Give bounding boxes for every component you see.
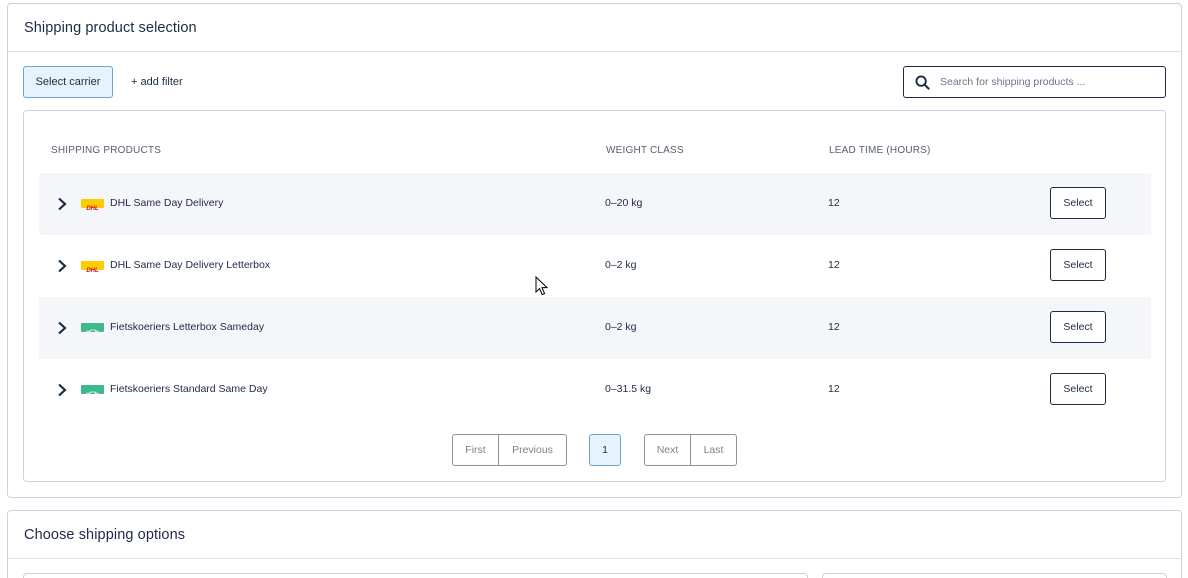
weight-class: 0–2 kg	[605, 259, 637, 271]
filter-bar: Select carrier + add filter	[23, 66, 1166, 99]
card-title: Choose shipping options	[24, 527, 185, 543]
table-row: DHL DHL Same Day Delivery 0–20 kg 12 Sel…	[39, 173, 1151, 235]
page-1-button[interactable]: 1	[589, 434, 621, 466]
card-header: Shipping product selection	[8, 4, 1181, 52]
last-page-button[interactable]: Last	[691, 434, 737, 466]
select-carrier-button[interactable]: Select carrier	[23, 66, 113, 98]
shipping-products-table: SHIPPING PRODUCTS WEIGHT CLASS LEAD TIME…	[23, 110, 1166, 482]
pagination-right: Next Last	[644, 434, 737, 466]
chevron-right-icon[interactable]	[55, 257, 69, 275]
svg-text:DHL: DHL	[86, 268, 99, 274]
column-header-shipping-products: SHIPPING PRODUCTS	[51, 145, 161, 156]
mouse-cursor-icon	[535, 276, 548, 301]
product-name: DHL Same Day Delivery	[110, 197, 223, 209]
column-header-lead-time: LEAD TIME (HOURS)	[829, 145, 931, 156]
lead-time: 12	[828, 259, 840, 271]
select-button[interactable]: Select	[1050, 373, 1106, 405]
product-name: DHL Same Day Delivery Letterbox	[110, 259, 270, 271]
previous-page-button[interactable]: Previous	[499, 434, 567, 466]
options-panel-left	[23, 573, 808, 578]
chevron-right-icon[interactable]	[55, 381, 69, 399]
dhl-logo-icon: DHL	[81, 261, 104, 270]
lead-time: 12	[828, 321, 840, 333]
table-row: Fietskoeriers Letterbox Sameday 0–2 kg 1…	[39, 297, 1151, 359]
dhl-logo-icon: DHL	[81, 199, 104, 208]
product-name: Fietskoeriers Letterbox Sameday	[110, 321, 264, 333]
weight-class: 0–20 kg	[605, 197, 642, 209]
select-button[interactable]: Select	[1050, 249, 1106, 281]
chevron-right-icon[interactable]	[55, 195, 69, 213]
shipping-product-selection-card: Shipping product selection Select carrie…	[7, 3, 1182, 498]
lead-time: 12	[828, 383, 840, 395]
next-page-button[interactable]: Next	[644, 434, 691, 466]
select-button[interactable]: Select	[1050, 311, 1106, 343]
pagination-left: First Previous	[452, 434, 567, 466]
card-title: Shipping product selection	[24, 20, 197, 36]
lead-time: 12	[828, 197, 840, 209]
table-row: Fietskoeriers Standard Same Day 0–31.5 k…	[39, 359, 1151, 421]
search-input[interactable]	[940, 76, 1150, 88]
product-name: Fietskoeriers Standard Same Day	[110, 383, 268, 395]
add-filter-link[interactable]: + add filter	[131, 66, 183, 98]
chevron-right-icon[interactable]	[55, 319, 69, 337]
first-page-button[interactable]: First	[452, 434, 499, 466]
options-panel-right	[822, 573, 1167, 578]
select-button[interactable]: Select	[1050, 187, 1106, 219]
weight-class: 0–31.5 kg	[605, 383, 651, 395]
card-header: Choose shipping options	[8, 511, 1181, 559]
pagination-current: 1	[589, 434, 621, 466]
search-box[interactable]	[903, 66, 1166, 98]
weight-class: 0–2 kg	[605, 321, 637, 333]
fietskoeriers-logo-icon	[81, 385, 104, 394]
search-icon	[904, 75, 940, 90]
table-row: DHL DHL Same Day Delivery Letterbox 0–2 …	[39, 235, 1151, 297]
column-header-weight-class: WEIGHT CLASS	[606, 145, 684, 156]
svg-text:DHL: DHL	[86, 206, 99, 212]
fietskoeriers-logo-icon	[81, 323, 104, 332]
shipping-options-card: Choose shipping options	[7, 510, 1182, 578]
